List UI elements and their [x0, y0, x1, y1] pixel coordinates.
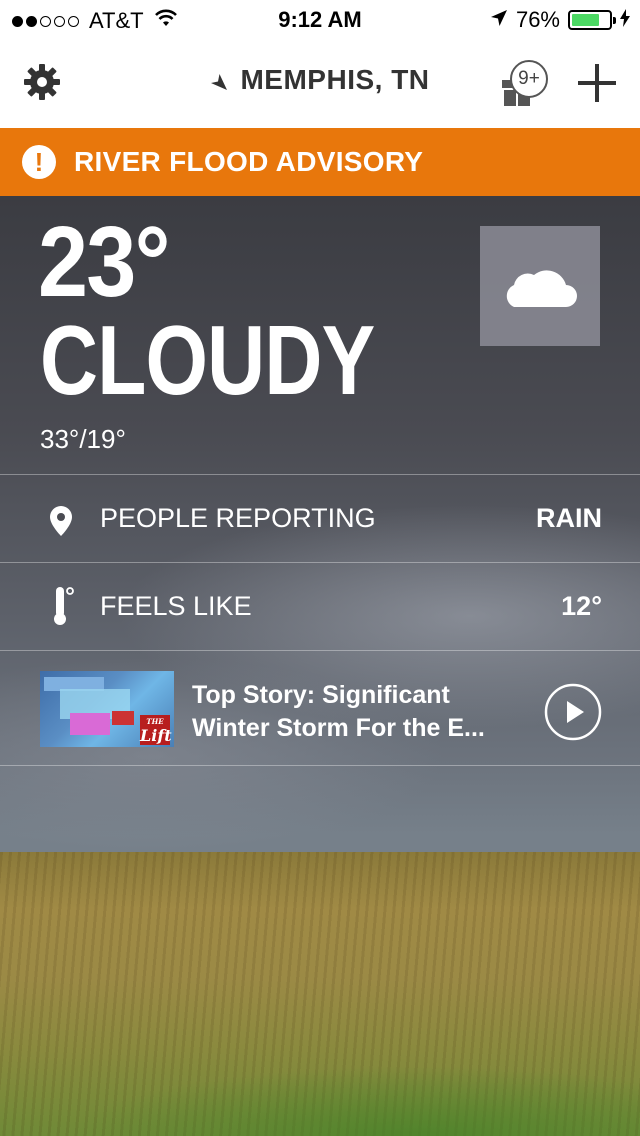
play-video-button[interactable]	[544, 683, 602, 741]
battery-percent: 76%	[515, 7, 560, 32]
people-reporting-value: RAIN	[536, 503, 602, 533]
add-location-button[interactable]	[574, 60, 620, 106]
location-arrow-icon	[210, 66, 228, 98]
current-condition: CLOUDY	[40, 305, 375, 415]
story-thumbnail: THE Lift	[40, 671, 174, 747]
advisory-text: RIVER FLOOD ADVISORY	[74, 146, 424, 177]
feels-like-value: 12°	[561, 591, 602, 621]
story-title-line1: Top Story: Significant	[192, 681, 450, 709]
advisory-banner[interactable]: ! RIVER FLOOD ADVISORY	[0, 128, 640, 196]
location-services-icon	[490, 7, 508, 33]
battery-icon	[568, 10, 616, 30]
thermometer-icon	[48, 585, 76, 632]
feels-like-label: FEELS LIKE	[100, 591, 252, 621]
field-grass	[0, 1016, 640, 1136]
charging-icon	[620, 7, 630, 33]
gift-button[interactable]: 9+	[500, 56, 548, 106]
play-icon	[544, 683, 602, 741]
status-bar: AT&T 9:12 AM 76%	[0, 0, 640, 40]
alert-icon: !	[22, 145, 56, 179]
plus-icon	[578, 64, 616, 102]
thumb-logo: Lift	[140, 726, 172, 745]
people-reporting-label: PEOPLE REPORTING	[100, 503, 376, 533]
location-name: MEMPHIS, TN	[240, 64, 430, 95]
nav-bar: MEMPHIS, TN 9+	[0, 40, 640, 128]
hi-lo-temperature: 33°/19°	[40, 424, 126, 454]
story-title: Top Story: Significant Winter Storm For …	[192, 679, 532, 745]
app-screen: AT&T 9:12 AM 76% MEMPHIS, TN 9+ ! RIVER …	[0, 0, 640, 1136]
map-pin-icon	[48, 505, 74, 542]
story-title-line2: Winter Storm For the E...	[192, 714, 485, 742]
current-temperature: 23°	[38, 206, 171, 318]
battery-fill	[572, 14, 600, 26]
people-reporting-row[interactable]: PEOPLE REPORTING RAIN	[0, 474, 640, 562]
condition-icon-box	[480, 226, 600, 346]
weather-main: 23° CLOUDY 33°/19° PEOPLE REPORTING RAIN	[0, 196, 640, 1136]
feels-like-row[interactable]: FEELS LIKE 12°	[0, 562, 640, 650]
notification-badge: 9+	[510, 60, 548, 98]
top-story-row[interactable]: THE Lift Top Story: Significant Winter S…	[0, 650, 640, 766]
status-right: 76%	[490, 7, 630, 33]
cloud-icon	[506, 270, 577, 307]
